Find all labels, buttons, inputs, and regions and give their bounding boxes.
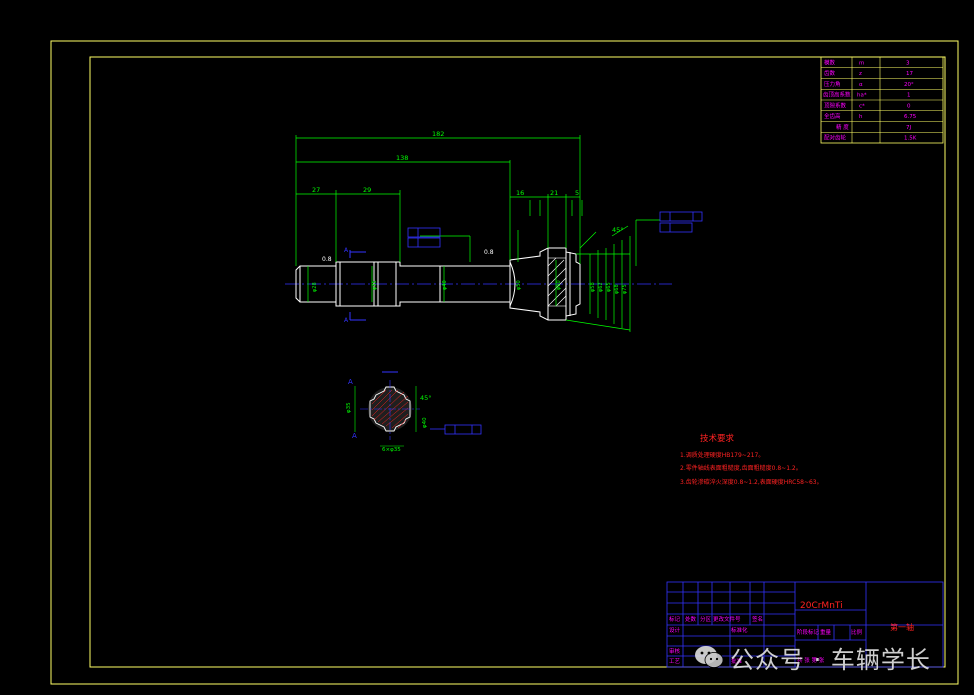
section-mark-top: A	[344, 247, 349, 254]
tb-row-std: 标准化	[731, 626, 748, 634]
section-cut-markers	[349, 250, 366, 321]
inner-frame	[89, 56, 946, 668]
svg-text:φ35: φ35	[346, 402, 352, 413]
svg-text:φ60: φ60	[556, 280, 562, 290]
param-row-6-value: 7J	[906, 125, 911, 131]
tech-req-item-3: 3.齿轮渗碳淬火深度0.8~1.2,表面硬度HRC58~63。	[680, 478, 823, 486]
param-row-2-name: 压力角	[824, 80, 841, 88]
section-view: φ35 φ40 6×φ35 A A	[346, 371, 428, 453]
svg-text:φ50: φ50	[516, 280, 522, 290]
param-row-5-name: 全齿高	[824, 112, 841, 120]
tech-req-item-1: 1.调质处理硬度HB179~217。	[680, 451, 764, 459]
dim-length-5: 5	[575, 189, 579, 197]
svg-text:φ40: φ40	[442, 280, 448, 290]
param-row-1-symbol: z	[859, 71, 862, 77]
dim-length-16: 16	[516, 189, 524, 197]
param-row-4-symbol: c*	[859, 104, 865, 110]
tb-stage-label: 阶段标记	[797, 628, 820, 636]
param-row-7-name: 配对齿轮	[824, 134, 847, 142]
param-row-1-value: 17	[906, 71, 913, 77]
tb-row-design: 设计	[669, 626, 681, 634]
tb-header-3: 更改文件号	[713, 615, 741, 623]
tb-weight-label: 重量	[820, 628, 832, 636]
param-row-3-value: 1	[907, 93, 911, 99]
svg-text:6×φ35: 6×φ35	[382, 447, 401, 453]
tech-req-title: 技术要求	[700, 433, 735, 444]
dim-length-138: 138	[396, 154, 408, 162]
gear-parameter-table: 模数 m 3 齿数 z 17 压力角 α 20° 齿顶高系数 ha* 1 顶隙系…	[820, 56, 944, 144]
param-row-5-value: 6.75	[904, 114, 917, 120]
dim-length-21: 21	[550, 189, 558, 197]
dim-angle-section: 45°	[420, 394, 432, 402]
title-block-material: 20CrMnTi	[800, 601, 843, 611]
tb-row-process: 工艺	[669, 658, 681, 665]
outer-frame	[50, 40, 959, 685]
svg-text:φ68: φ68	[614, 284, 620, 294]
dim-angle-right: 45°	[612, 226, 624, 234]
tb-header-0: 标记	[669, 615, 681, 623]
param-row-0-name: 模数	[824, 59, 836, 67]
tb-header-2: 分区	[700, 615, 712, 623]
dim-length-29: 29	[363, 186, 371, 194]
param-row-0-symbol: m	[859, 61, 864, 67]
param-row-3-name: 齿顶高系数	[823, 91, 851, 99]
tb-header-4: 签名	[752, 615, 763, 623]
param-row-6-name: 精 度	[836, 123, 849, 131]
watermark-text: 公众号 · 车辆学长	[730, 645, 931, 674]
roughness-mid: 0.8	[484, 249, 494, 256]
param-row-5-symbol: h	[859, 114, 863, 120]
svg-text:φ75: φ75	[622, 284, 628, 294]
param-row-3-symbol: ha*	[857, 93, 867, 99]
title-block-part-name: 第一轴	[890, 622, 914, 632]
cad-drawing-canvas: 模数 m 3 齿数 z 17 压力角 α 20° 齿顶高系数 ha* 1 顶隙系…	[50, 40, 959, 685]
wechat-icon	[695, 646, 724, 668]
svg-text:φ28: φ28	[312, 282, 318, 292]
param-row-7-value: 1.5K	[904, 136, 917, 142]
svg-text:φ40: φ40	[422, 417, 428, 428]
svg-text:φ58: φ58	[590, 282, 596, 292]
section-mark-bottom: A	[344, 317, 349, 324]
tech-req-item-2: 2.零件轴线表面粗糙度,齿面粗糙度0.8~1.2。	[680, 464, 802, 472]
feature-control-frames	[407, 211, 703, 435]
svg-text:φ65: φ65	[606, 282, 612, 292]
tb-header-1: 处数	[685, 615, 697, 623]
dim-length-27: 27	[312, 186, 320, 194]
section-view-label-left: A	[348, 378, 353, 386]
svg-text:φ35: φ35	[372, 280, 378, 290]
roughness-left: 0.8	[322, 256, 332, 263]
vertical-dim-labels: φ28 φ35 φ40 φ50 φ60 φ58 φ62 φ65 φ68 φ75	[312, 280, 628, 294]
param-row-4-name: 顶隙系数	[824, 102, 847, 110]
svg-text:A: A	[352, 432, 357, 440]
param-row-1-name: 齿数	[824, 69, 836, 77]
param-row-0-value: 3	[906, 61, 910, 67]
param-row-2-value: 20°	[904, 82, 914, 88]
watermark: 公众号 · 车辆学长	[694, 640, 931, 674]
param-row-2-symbol: α	[859, 82, 863, 88]
param-row-4-value: 0	[907, 104, 911, 110]
technical-requirements: 技术要求 1.调质处理硬度HB179~217。 2.零件轴线表面粗糙度,齿面粗糙…	[680, 433, 823, 486]
tb-row-review: 审核	[669, 647, 681, 655]
svg-text:φ62: φ62	[598, 282, 604, 292]
dim-overall-length: 182	[432, 130, 444, 138]
tb-scale-label: 比例	[851, 628, 863, 636]
